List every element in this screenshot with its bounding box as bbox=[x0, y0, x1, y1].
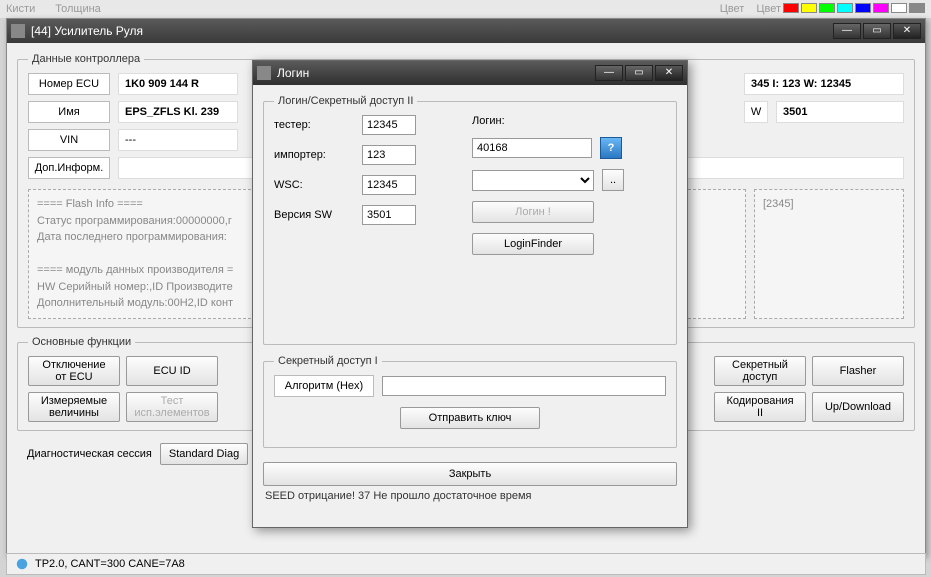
dialog-icon bbox=[257, 66, 271, 80]
send-key-button[interactable]: Отправить ключ bbox=[400, 407, 540, 429]
loginfinder-button[interactable]: LoginFinder bbox=[472, 233, 594, 255]
secret-access-1-group: Секретный доступ I Алгоритм (Hex) Отправ… bbox=[263, 355, 677, 448]
ecu-id-button[interactable]: ECU ID bbox=[126, 356, 218, 386]
name-value: EPS_ZFLS Kl. 239 bbox=[118, 101, 238, 123]
secret-access-button[interactable]: Секретный доступ bbox=[714, 356, 806, 386]
dialog-close-button[interactable]: ✕ bbox=[655, 65, 683, 81]
main-title: [44] Усилитель Руля bbox=[31, 24, 831, 38]
host-label-thickness: Толщина bbox=[55, 3, 101, 15]
disconnect-ecu-button[interactable]: Отключение от ECU bbox=[28, 356, 120, 386]
login-dialog: Логин — ▭ ✕ Логин/Секретный доступ II те… bbox=[252, 60, 688, 528]
maximize-button[interactable]: ▭ bbox=[863, 23, 891, 39]
login-titlebar[interactable]: Логин — ▭ ✕ bbox=[253, 61, 687, 85]
vin-label: VIN bbox=[28, 129, 110, 151]
login-submit-button: Логин ! bbox=[472, 201, 594, 223]
app-icon bbox=[11, 24, 25, 38]
swver-label: Версия SW bbox=[274, 209, 354, 221]
wsc-input[interactable] bbox=[362, 175, 416, 195]
color-swatch[interactable] bbox=[819, 3, 835, 13]
controller-data-legend: Данные контроллера bbox=[28, 53, 144, 65]
right-label-2: W bbox=[744, 101, 768, 123]
diag-session-label: Диагностическая сессия bbox=[27, 448, 152, 460]
measured-values-button[interactable]: Измеряемые величины bbox=[28, 392, 120, 422]
login-combo[interactable] bbox=[472, 170, 594, 191]
main-functions-legend: Основные функции bbox=[28, 336, 135, 348]
status-text: TP2.0, CANT=300 CANE=7A8 bbox=[35, 558, 185, 570]
coding2-button[interactable]: Кодирования II bbox=[714, 392, 806, 422]
importer-input[interactable] bbox=[362, 145, 416, 165]
ecu-number-label: Номер ECU bbox=[28, 73, 110, 95]
algorithm-input[interactable] bbox=[382, 376, 666, 396]
swver-input[interactable] bbox=[362, 205, 416, 225]
tester-input[interactable] bbox=[362, 115, 416, 135]
name-label: Имя bbox=[28, 101, 110, 123]
right-value-1: 345 I: 123 W: 12345 bbox=[744, 73, 904, 95]
ellipsis-button[interactable]: .. bbox=[602, 169, 624, 191]
importer-label: импортер: bbox=[274, 149, 354, 161]
flash-info-right: [2345] bbox=[754, 189, 904, 319]
algorithm-label: Алгоритм (Hex) bbox=[274, 375, 374, 397]
login-input[interactable] bbox=[472, 138, 592, 158]
test-elements-button: Тест исп.элементов bbox=[126, 392, 218, 422]
vin-value: --- bbox=[118, 129, 238, 151]
color-swatch[interactable] bbox=[855, 3, 871, 13]
seed-error-message: SEED отрицание! 37 Не прошло достаточное… bbox=[263, 486, 677, 502]
dialog-maximize-button[interactable]: ▭ bbox=[625, 65, 653, 81]
status-bar: TP2.0, CANT=300 CANE=7A8 bbox=[6, 553, 926, 575]
flasher-button[interactable]: Flasher bbox=[812, 356, 904, 386]
color-swatch[interactable] bbox=[783, 3, 799, 13]
color-swatch[interactable] bbox=[909, 3, 925, 13]
color-swatch[interactable] bbox=[873, 3, 889, 13]
connection-icon bbox=[15, 557, 29, 571]
login-secret-2-group: Логин/Секретный доступ II тестер: импорт… bbox=[263, 95, 677, 345]
host-label-color1: Цвет bbox=[720, 3, 745, 15]
host-label-color2: Цвет bbox=[756, 3, 781, 15]
secret-access-1-legend: Секретный доступ I bbox=[274, 355, 382, 367]
login-label: Логин: bbox=[472, 115, 505, 127]
main-titlebar[interactable]: [44] Усилитель Руля — ▭ ✕ bbox=[7, 19, 925, 43]
login-secret-2-legend: Логин/Секретный доступ II bbox=[274, 95, 417, 107]
color-swatch[interactable] bbox=[837, 3, 853, 13]
standard-diag-button[interactable]: Standard Diag bbox=[160, 443, 248, 465]
color-swatch[interactable] bbox=[891, 3, 907, 13]
right-value-2: 3501 bbox=[776, 101, 904, 123]
dialog-minimize-button[interactable]: — bbox=[595, 65, 623, 81]
host-label-brushes: Кисти bbox=[6, 3, 35, 15]
wsc-label: WSC: bbox=[274, 179, 354, 191]
close-dialog-button[interactable]: Закрыть bbox=[263, 462, 677, 486]
help-button[interactable]: ? bbox=[600, 137, 622, 159]
color-swatch[interactable] bbox=[801, 3, 817, 13]
login-title: Логин bbox=[277, 66, 593, 80]
host-toolbar: Кисти Толщина Цвет Цвет bbox=[0, 0, 931, 18]
tester-label: тестер: bbox=[274, 119, 354, 131]
updownload-button[interactable]: Up/Download bbox=[812, 392, 904, 422]
ecu-number-value: 1K0 909 144 R bbox=[118, 73, 238, 95]
close-button[interactable]: ✕ bbox=[893, 23, 921, 39]
addinfo-label: Доп.Информ. bbox=[28, 157, 110, 179]
minimize-button[interactable]: — bbox=[833, 23, 861, 39]
